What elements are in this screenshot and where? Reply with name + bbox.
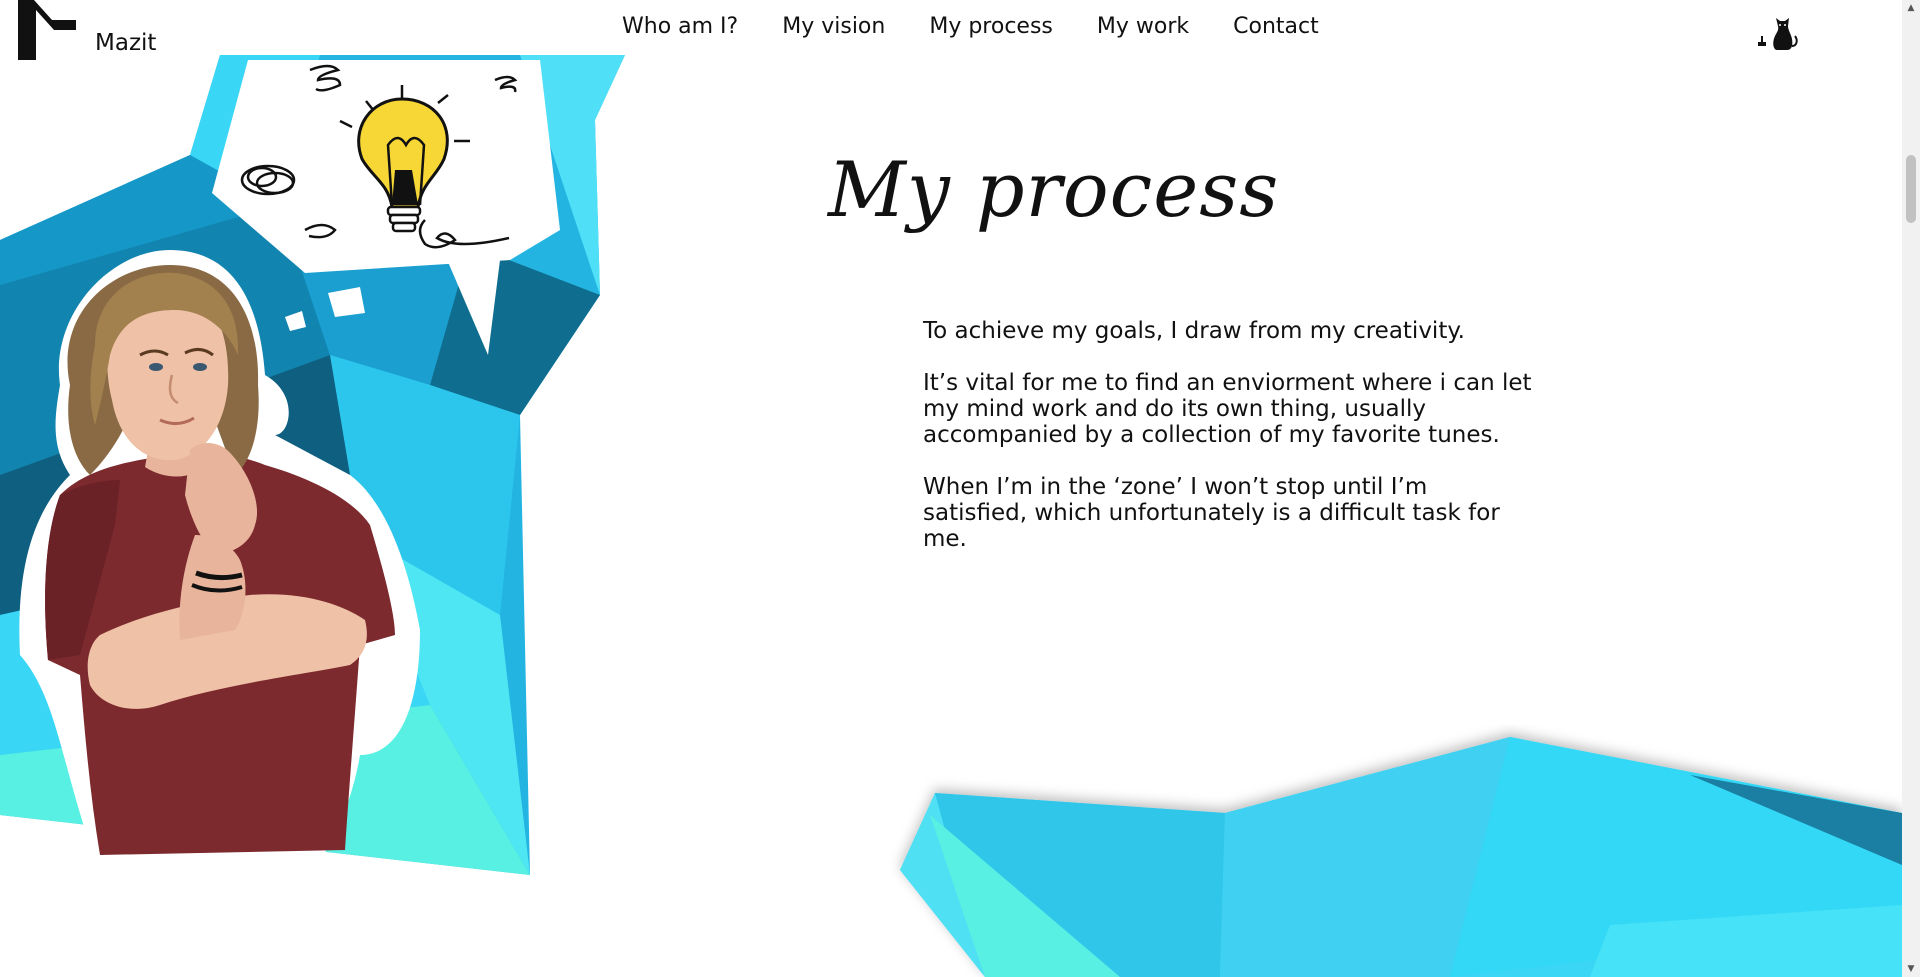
bottom-polygon-decoration — [900, 737, 1902, 977]
page-title: My process — [828, 145, 1280, 234]
page: Mazit Who am I? My vision My process My … — [0, 0, 1920, 977]
paragraph-1: To achieve my goals, I draw from my crea… — [923, 318, 1465, 344]
brand-name[interactable]: Mazit — [95, 30, 156, 56]
main-nav: Who am I? My vision My process My work C… — [622, 14, 1319, 39]
scroll-down-icon[interactable]: ▼ — [1902, 961, 1920, 977]
nav-contact[interactable]: Contact — [1233, 14, 1319, 39]
nav-my-vision[interactable]: My vision — [782, 14, 885, 39]
scroll-up-icon[interactable]: ▲ — [1902, 0, 1920, 16]
hero-illustration — [0, 55, 625, 905]
paragraph-2: It’s vital for me to find an enviorment … — [923, 370, 1532, 448]
vertical-scrollbar[interactable]: ▲ ▼ — [1902, 0, 1920, 977]
nav-my-process[interactable]: My process — [929, 14, 1053, 39]
nav-who-am-i[interactable]: Who am I? — [622, 14, 738, 39]
process-content: To achieve my goals, I draw from my crea… — [923, 318, 1533, 578]
scrollbar-thumb[interactable] — [1906, 155, 1916, 223]
nav-my-work[interactable]: My work — [1097, 14, 1189, 39]
cat-icon[interactable] — [1755, 6, 1801, 52]
paragraph-3: When I’m in the ‘zone’ I won’t stop unti… — [923, 474, 1500, 552]
mazit-logo-icon[interactable] — [18, 0, 76, 60]
